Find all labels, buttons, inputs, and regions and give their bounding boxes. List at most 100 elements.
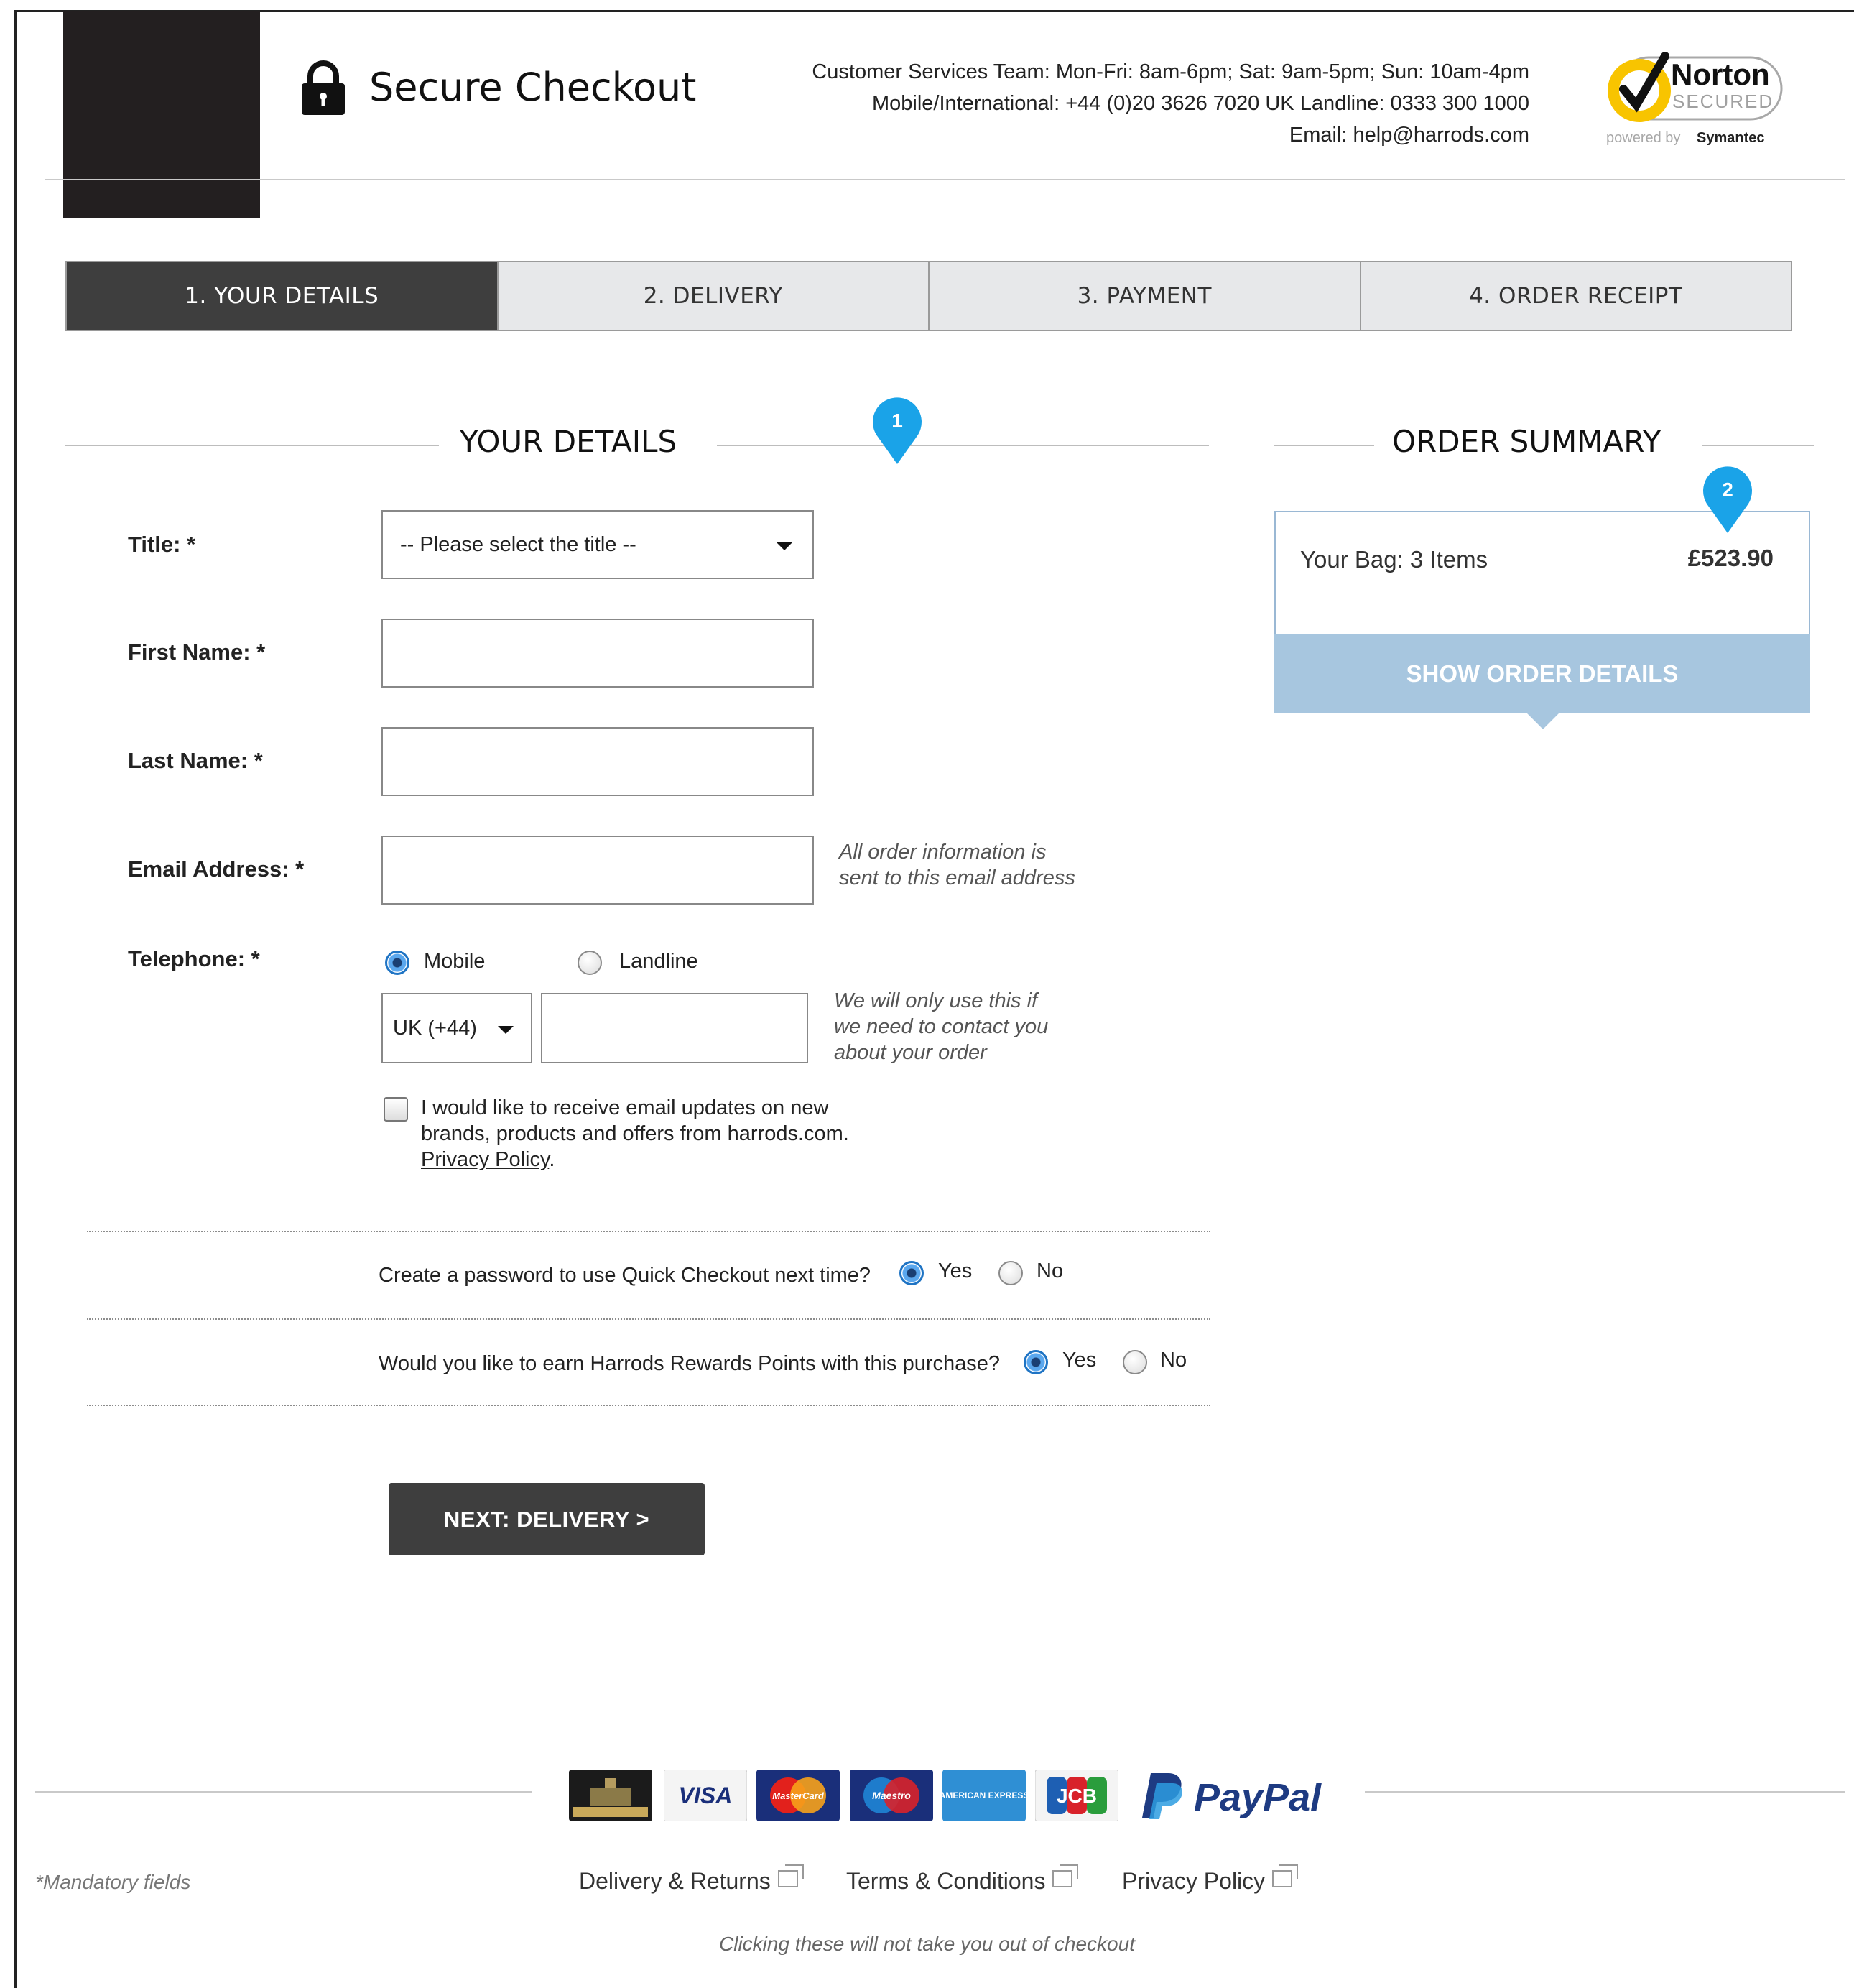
phone-hint: We will only use this if we need to cont… [834, 988, 1048, 1065]
phone-hint-line: we need to contact you [834, 1015, 1049, 1038]
privacy-policy-link[interactable]: Privacy Policy [421, 1148, 549, 1171]
paypal-text: PayPal [1194, 1776, 1322, 1819]
quick-checkout-no-label: No [1037, 1259, 1064, 1282]
show-order-details-arrow [1527, 713, 1559, 729]
step-delivery[interactable]: 2. DELIVERY [496, 262, 928, 330]
landline-radio[interactable] [578, 951, 602, 975]
divider [87, 1231, 1210, 1232]
paypal-logo: PayPal [1142, 1773, 1322, 1819]
email-field[interactable] [381, 836, 814, 905]
visa-icon: VISA [664, 1770, 747, 1821]
email-updates-text: I would like to receive email updates on… [421, 1095, 866, 1173]
summary-heading-rule-right [1702, 445, 1814, 446]
quick-checkout-no-radio[interactable] [998, 1261, 1023, 1285]
norton-symantec-text: Symantec [1697, 130, 1765, 146]
title-select-value: -- Please select the title -- [400, 533, 636, 556]
landline-radio-label: Landline [619, 950, 698, 973]
annotation-marker-1-label: 1 [891, 410, 903, 432]
annotation-marker-2: 2 [1703, 466, 1752, 533]
first-name-label: First Name: * [128, 639, 266, 665]
step-order-receipt[interactable]: 4. ORDER RECEIPT [1359, 262, 1791, 330]
maestro-text: Maestro [872, 1790, 911, 1801]
title-select[interactable]: -- Please select the title -- [381, 510, 814, 579]
title-label: Title: * [128, 532, 196, 557]
email-hint-line: All order information is [839, 841, 1047, 864]
last-name-field[interactable] [381, 727, 814, 796]
norton-secured-text: SECURED [1672, 91, 1774, 112]
rewards-no-radio[interactable] [1123, 1350, 1147, 1374]
norton-brand-text: Norton [1671, 57, 1770, 91]
divider [87, 1405, 1210, 1406]
delivery-returns-link[interactable]: Delivery & Returns [579, 1864, 804, 1895]
rewards-question: Would you like to earn Harrods Rewards P… [379, 1352, 1001, 1375]
customer-service-info: Customer Services Team: Mon-Fri: 8am-6pm… [812, 56, 1529, 151]
footer-rule-left [35, 1791, 532, 1793]
contact-hours: Customer Services Team: Mon-Fri: 8am-6pm… [812, 60, 1529, 83]
bag-total: £523.90 [1687, 545, 1774, 571]
details-heading: YOUR DETAILS [460, 424, 677, 459]
divider [87, 1318, 1210, 1320]
lock-icon [302, 60, 345, 115]
email-hint-line: sent to this email address [839, 866, 1075, 889]
last-name-label: Last Name: * [128, 748, 263, 773]
american-express-icon: AMERICAN EXPRESS [942, 1770, 1026, 1821]
delivery-returns-label: Delivery & Returns [579, 1868, 771, 1894]
amex-text: AMERICAN EXPRESS [942, 1790, 1026, 1800]
step-your-details[interactable]: 1. YOUR DETAILS [67, 262, 497, 330]
first-name-field[interactable] [381, 619, 814, 688]
visa-text: VISA [679, 1783, 733, 1808]
footer-rule-right [1365, 1791, 1845, 1793]
email-updates-checkbox[interactable] [384, 1097, 408, 1122]
jcb-text: JCB [1057, 1785, 1097, 1807]
mastercard-icon: MasterCard [756, 1770, 840, 1821]
step-payment[interactable]: 3. PAYMENT [928, 262, 1360, 330]
email-updates-end: . [549, 1148, 555, 1171]
jcb-icon: JCB [1035, 1770, 1118, 1821]
terms-conditions-link[interactable]: Terms & Conditions [846, 1864, 1079, 1895]
annotation-marker-1: 1 [873, 397, 922, 464]
country-code-select[interactable]: UK (+44) [381, 993, 532, 1063]
telephone-label: Telephone: * [128, 946, 260, 971]
header-divider [45, 179, 1845, 180]
external-window-icon [777, 1864, 804, 1887]
email-label: Email Address: * [128, 856, 305, 882]
terms-conditions-label: Terms & Conditions [846, 1868, 1046, 1894]
chevron-down-icon [498, 1026, 514, 1034]
footer-privacy-policy-link[interactable]: Privacy Policy [1122, 1864, 1299, 1895]
show-order-details-button[interactable]: SHOW ORDER DETAILS [1274, 634, 1810, 713]
annotation-marker-2-label: 2 [1722, 478, 1733, 501]
maestro-icon: Maestro [850, 1770, 933, 1821]
details-heading-rule-right [717, 445, 1209, 446]
rewards-yes-radio[interactable] [1024, 1350, 1048, 1374]
bag-item-count: Your Bag: 3 Items [1300, 546, 1488, 573]
details-heading-rule-left [65, 445, 439, 446]
phone-hint-line: We will only use this if [834, 989, 1038, 1012]
contact-phones: Mobile/International: +44 (0)20 3626 702… [871, 92, 1529, 115]
rewards-yes-label: Yes [1062, 1349, 1097, 1372]
quick-checkout-yes-radio[interactable] [899, 1261, 924, 1285]
summary-heading: ORDER SUMMARY [1392, 424, 1661, 459]
quick-checkout-yes-label: Yes [938, 1259, 973, 1282]
phone-hint-line: about your order [834, 1041, 987, 1064]
harrods-logo[interactable] [63, 11, 260, 218]
norton-secured-badge[interactable]: Norton SECURED powered by Symantec [1596, 47, 1792, 148]
norton-powered-text: powered by [1606, 130, 1680, 146]
mobile-radio[interactable] [385, 951, 409, 975]
email-updates-label: I would like to receive email updates on… [421, 1096, 849, 1145]
mobile-radio-label: Mobile [424, 950, 486, 973]
country-code-value: UK (+44) [393, 1017, 477, 1040]
rewards-no-label: No [1160, 1349, 1187, 1372]
contact-email[interactable]: Email: help@harrods.com [812, 119, 1529, 151]
footer-privacy-policy-label: Privacy Policy [1122, 1868, 1266, 1894]
footer-note: Clicking these will not take you out of … [719, 1933, 1135, 1955]
mastercard-text: MasterCard [772, 1790, 825, 1801]
quick-checkout-question: Create a password to use Quick Checkout … [379, 1264, 871, 1287]
external-window-icon [1272, 1864, 1299, 1887]
harrods-card-icon [569, 1770, 652, 1821]
phone-number-field[interactable] [541, 993, 808, 1063]
external-window-icon [1052, 1864, 1079, 1887]
email-hint: All order information is sent to this em… [839, 839, 1075, 891]
mandatory-fields-note: *Mandatory fields [35, 1871, 191, 1893]
next-delivery-button[interactable]: NEXT: DELIVERY > [389, 1483, 705, 1555]
summary-heading-rule-left [1274, 445, 1374, 446]
